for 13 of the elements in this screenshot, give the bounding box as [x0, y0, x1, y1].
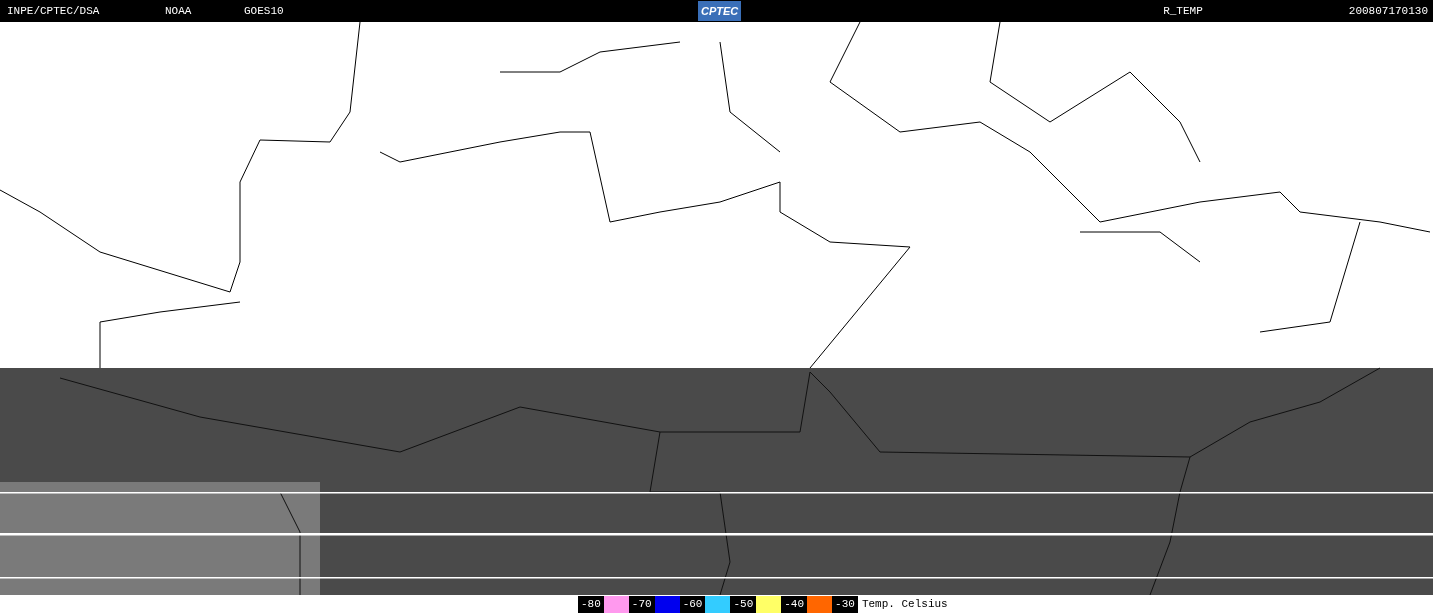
scale-value: -60: [681, 597, 704, 613]
scale-value: -70: [630, 597, 653, 613]
unit-label: Temp. Celsius: [861, 597, 948, 613]
timestamp: 200807170130: [1348, 3, 1428, 19]
product-label: R_TEMP: [1163, 3, 1203, 19]
scale-value: -30: [834, 597, 856, 613]
agency-label: INPE/CPTEC/DSA: [7, 3, 101, 19]
logo: CPTEC: [698, 1, 742, 21]
scale-value: -50: [732, 597, 755, 613]
satellite-label: GOES10: [244, 3, 285, 19]
scale-value: -80: [580, 597, 602, 613]
satellite-operator-label: NOAA: [165, 3, 193, 19]
scale-value: -40: [783, 597, 806, 613]
